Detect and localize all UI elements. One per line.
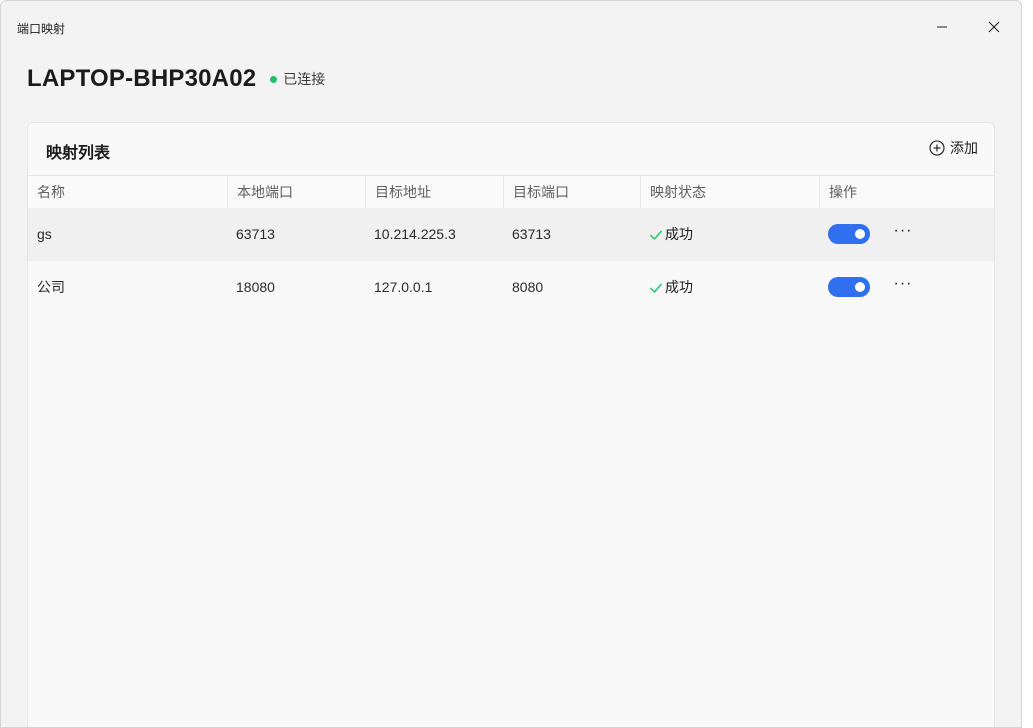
column-header-status[interactable]: 映射状态 [640, 176, 819, 208]
add-mapping-button[interactable]: 添加 [929, 138, 978, 158]
cell-local-port: 63713 [236, 226, 275, 242]
minimize-button[interactable] [924, 11, 960, 43]
table-header: 名称 本地端口 目标地址 目标端口 映射状态 操作 [28, 175, 994, 208]
cell-target-address: 127.0.0.1 [374, 279, 433, 295]
cell-status: 成功 [640, 261, 693, 314]
cell-local-port: 18080 [236, 279, 275, 295]
table-row[interactable]: gs 63713 10.214.225.3 63713 成功 ··· [28, 208, 994, 261]
more-options-button[interactable]: ··· [892, 223, 914, 243]
mapping-toggle[interactable] [828, 224, 870, 244]
status-dot-icon [270, 75, 278, 83]
minimize-icon [937, 26, 947, 28]
connection-status: 已连接 [283, 71, 326, 87]
more-options-button[interactable]: ··· [892, 276, 914, 296]
device-header: LAPTOP-BHP30A02 已连接 [27, 63, 325, 95]
cell-name: gs [37, 226, 52, 242]
title-bar: 端口映射 [1, 1, 1021, 55]
mapping-toggle[interactable] [828, 277, 870, 297]
status-label: 成功 [665, 226, 693, 242]
cell-status: 成功 [640, 208, 693, 261]
column-header-name[interactable]: 名称 [28, 176, 227, 208]
column-header-target-port[interactable]: 目标端口 [503, 176, 640, 208]
status-label: 成功 [665, 279, 693, 295]
add-mapping-label: 添加 [950, 140, 978, 156]
card-title: 映射列表 [46, 145, 111, 162]
column-header-target-address[interactable]: 目标地址 [365, 176, 503, 208]
plus-circle-icon [929, 140, 945, 156]
cell-name: 公司 [37, 279, 65, 295]
close-icon [988, 21, 1000, 33]
app-window: 端口映射 LAPTOP-BHP30A02 已连接 映射列表 添加 名称 本地端口… [0, 0, 1022, 728]
check-icon [650, 283, 663, 293]
device-name: LAPTOP-BHP30A02 [27, 65, 257, 92]
cell-target-address: 10.214.225.3 [374, 226, 456, 242]
toggle-knob [855, 229, 865, 239]
column-header-actions[interactable]: 操作 [819, 176, 994, 208]
table-row[interactable]: 公司 18080 127.0.0.1 8080 成功 ··· [28, 261, 994, 314]
window-title: 端口映射 [17, 22, 66, 36]
cell-target-port: 63713 [512, 226, 551, 242]
column-header-local-port[interactable]: 本地端口 [227, 176, 365, 208]
toggle-knob [855, 282, 865, 292]
cell-target-port: 8080 [512, 279, 544, 295]
close-button[interactable] [976, 11, 1012, 43]
check-icon [650, 230, 663, 240]
mapping-list-card: 映射列表 添加 名称 本地端口 目标地址 目标端口 映射状态 操作 gs 637… [27, 122, 995, 727]
mapping-table: 名称 本地端口 目标地址 目标端口 映射状态 操作 gs 63713 10.21… [28, 175, 994, 314]
